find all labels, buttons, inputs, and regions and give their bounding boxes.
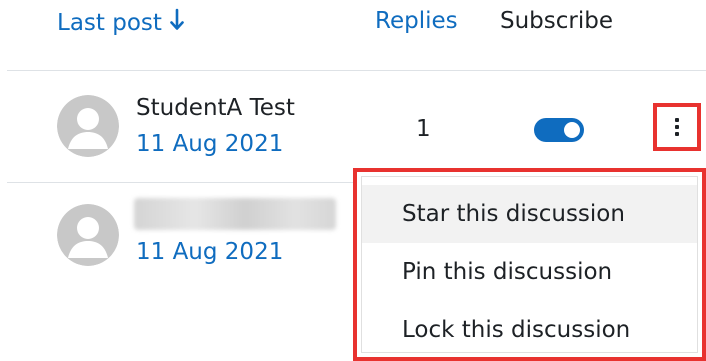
kebab-menu-button[interactable] — [653, 103, 701, 151]
user-avatar-icon[interactable] — [57, 204, 119, 266]
row-divider — [7, 182, 353, 183]
menu-item-lock[interactable]: Lock this discussion — [362, 301, 697, 359]
header-divider — [7, 70, 706, 71]
replies-header-link[interactable]: Replies — [375, 8, 458, 34]
menu-item-star[interactable]: Star this discussion — [362, 185, 697, 243]
discussion-actions-menu: Star this discussion Pin this discussion… — [353, 168, 706, 361]
replies-count: 1 — [416, 116, 431, 142]
subscribe-header: Subscribe — [500, 8, 614, 34]
last-post-sort-link[interactable]: Last post — [57, 8, 184, 38]
kebab-menu-icon — [675, 118, 679, 136]
author-name[interactable]: StudentA Test — [136, 95, 295, 121]
post-date-link[interactable]: 11 Aug 2021 — [136, 239, 283, 265]
toggle-knob — [564, 122, 580, 138]
subscribe-toggle[interactable] — [534, 118, 584, 142]
last-post-label: Last post — [57, 10, 162, 36]
post-date-link[interactable]: 11 Aug 2021 — [136, 131, 283, 157]
user-avatar-icon[interactable] — [57, 95, 119, 157]
arrow-down-icon — [170, 8, 184, 38]
menu-item-pin[interactable]: Pin this discussion — [362, 243, 697, 301]
blurred-author-name — [134, 198, 336, 230]
